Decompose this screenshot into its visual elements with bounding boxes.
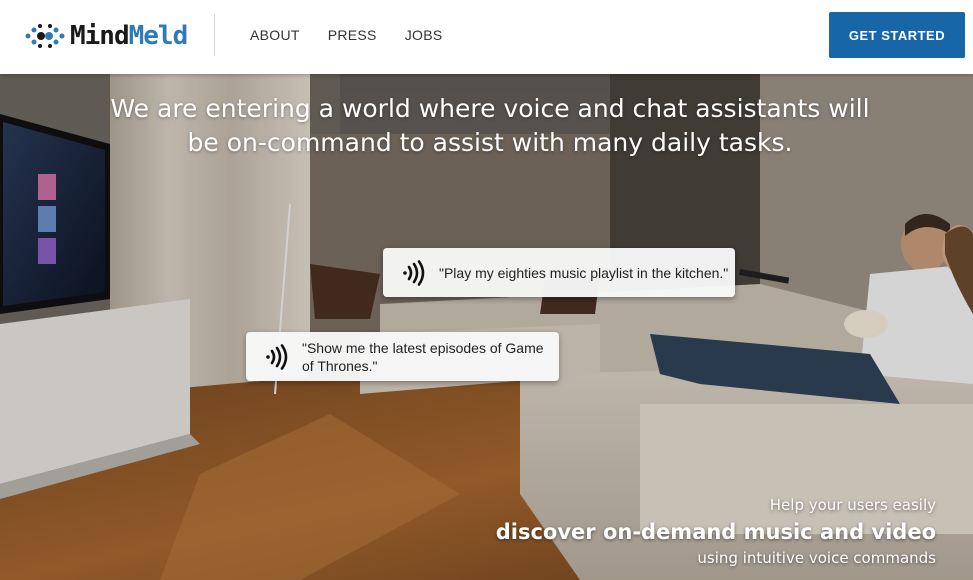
hero-headline: We are entering a world where voice and … bbox=[110, 94, 870, 157]
nav-link-jobs[interactable]: JOBS bbox=[405, 27, 443, 43]
logo-text-meld: Meld bbox=[128, 21, 189, 51]
logo-wordmark: MindMeld bbox=[70, 21, 189, 51]
voice-command-text: "Show me the latest episodes of Game of … bbox=[302, 339, 544, 374]
logo-dots-icon bbox=[25, 24, 65, 48]
header-divider bbox=[214, 14, 215, 56]
sound-wave-icon bbox=[266, 343, 288, 370]
logo-text-mind: Mind bbox=[70, 21, 130, 51]
hero-section: We are entering a world where voice and … bbox=[0, 74, 973, 580]
mindmeld-logo[interactable]: MindMeld bbox=[24, 18, 189, 54]
tagline-line-1: Help your users easily bbox=[769, 496, 936, 514]
tagline-line-3: using intuitive voice commands bbox=[697, 549, 936, 567]
nav-link-press[interactable]: PRESS bbox=[328, 27, 377, 43]
voice-command-bubble: "Show me the latest episodes of Game of … bbox=[246, 332, 559, 381]
sound-wave-icon bbox=[403, 259, 425, 286]
get-started-button[interactable]: GET STARTED bbox=[829, 12, 965, 58]
main-nav: ABOUT PRESS JOBS bbox=[250, 27, 470, 43]
site-header: MindMeld ABOUT PRESS JOBS GET STARTED bbox=[0, 0, 973, 74]
hero-tagline: Help your users easily discover on-deman… bbox=[496, 494, 936, 568]
voice-command-bubble: "Play my eighties music playlist in the … bbox=[383, 248, 735, 297]
tagline-line-2: discover on-demand music and video bbox=[495, 520, 936, 544]
nav-link-about[interactable]: ABOUT bbox=[250, 27, 300, 43]
voice-command-text: "Play my eighties music playlist in the … bbox=[439, 264, 729, 281]
